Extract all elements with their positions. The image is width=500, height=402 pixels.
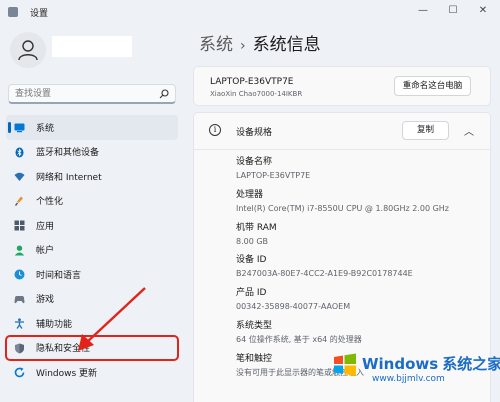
device-model: XiaoXin Chao7000-14IKBR bbox=[210, 90, 303, 98]
sidebar-item-system[interactable]: 系统 bbox=[6, 115, 178, 140]
sidebar-item-apps[interactable]: 应用 bbox=[6, 213, 178, 238]
watermark-brand-cn: 系统之家 bbox=[442, 355, 500, 373]
avatar[interactable] bbox=[10, 32, 46, 68]
wifi-icon bbox=[14, 172, 25, 181]
active-indicator bbox=[8, 122, 11, 133]
spec-row: 设备名称 LAPTOP-E36VTP7E bbox=[236, 155, 449, 188]
user-name-redacted bbox=[52, 36, 132, 57]
person-icon bbox=[18, 40, 38, 61]
sidebar-item-accounts[interactable]: 帐户 bbox=[6, 238, 178, 263]
sidebar-item-bluetooth[interactable]: 蓝牙和其他设备 bbox=[6, 140, 178, 165]
search-input[interactable] bbox=[15, 88, 155, 100]
sidebar-item-label: 帐户 bbox=[36, 246, 55, 257]
breadcrumb-parent[interactable]: 系统 bbox=[199, 35, 233, 55]
device-specs-title: 设备规格 bbox=[236, 128, 273, 138]
spec-value: B247003A-80E7-4CC2-A1E9-B92C0178744E bbox=[236, 269, 413, 279]
spec-row: 设备 ID B247003A-80E7-4CC2-A1E9-B92C017874… bbox=[236, 253, 449, 286]
sidebar-item-label: 个性化 bbox=[36, 197, 64, 208]
accessibility-icon bbox=[15, 318, 24, 329]
gamepad-icon bbox=[14, 295, 25, 303]
sidebar-item-label: 辅助功能 bbox=[36, 319, 73, 330]
spec-label: 处理器 bbox=[236, 189, 264, 200]
bluetooth-icon bbox=[15, 147, 24, 157]
apps-icon bbox=[14, 220, 25, 231]
spec-label: 设备 ID bbox=[236, 255, 267, 266]
search-icon[interactable] bbox=[159, 89, 169, 99]
spec-label: 系统类型 bbox=[236, 320, 273, 331]
watermark-brand: Windows 系统之家 bbox=[362, 353, 500, 374]
watermark-url: www.bjjmlv.com bbox=[372, 374, 445, 384]
search-box[interactable] bbox=[8, 84, 176, 104]
title-bar: 设置 — ☐ ✕ bbox=[0, 0, 500, 24]
sidebar-item-personalization[interactable]: 个性化 bbox=[6, 189, 178, 214]
breadcrumb: 系统 › 系统信息 bbox=[199, 30, 321, 55]
sidebar-item-windows-update[interactable]: Windows 更新 bbox=[6, 360, 178, 385]
device-specs-header[interactable]: i 设备规格 复制 ︿ bbox=[194, 113, 492, 149]
account-icon bbox=[14, 245, 25, 255]
spec-row: 机带 RAM 8.00 GB bbox=[236, 221, 449, 254]
spec-label: 机带 RAM bbox=[236, 222, 277, 233]
spec-value: LAPTOP-E36VTP7E bbox=[236, 171, 311, 180]
page-title: 系统信息 bbox=[252, 35, 321, 55]
sidebar-item-label: Windows 更新 bbox=[36, 368, 98, 379]
chevron-up-icon[interactable]: ︿ bbox=[464, 123, 474, 138]
settings-app-icon bbox=[8, 7, 18, 17]
globe-clock-icon bbox=[14, 269, 25, 280]
system-icon bbox=[14, 123, 25, 133]
sidebar-item-label: 网络和 Internet bbox=[36, 172, 102, 183]
sidebar-item-network[interactable]: 网络和 Internet bbox=[6, 164, 178, 189]
maximize-button[interactable]: ☐ bbox=[442, 3, 464, 19]
device-name: LAPTOP-E36VTP7E bbox=[210, 77, 294, 87]
watermark-brand-en: Windows bbox=[362, 355, 439, 373]
copy-button[interactable]: 复制 bbox=[402, 121, 449, 140]
close-button[interactable]: ✕ bbox=[472, 3, 494, 19]
annotation-arrow-icon bbox=[78, 287, 146, 351]
sidebar-item-label: 时间和语言 bbox=[36, 270, 82, 281]
spec-label: 设备名称 bbox=[236, 157, 273, 167]
spec-row: 产品 ID 00342-35898-40077-AAOEM bbox=[236, 286, 449, 319]
window-title: 设置 bbox=[30, 9, 49, 19]
spec-value: 8.00 GB bbox=[236, 236, 269, 246]
device-name-card: LAPTOP-E36VTP7E XiaoXin Chao7000-14IKBR … bbox=[193, 66, 491, 106]
info-icon: i bbox=[209, 124, 221, 136]
spec-value: 00342-35898-40077-AAOEM bbox=[236, 302, 351, 312]
watermark: Windows 系统之家 www.bjjmlv.com bbox=[332, 346, 500, 392]
spec-label: 产品 ID bbox=[236, 288, 267, 299]
divider bbox=[194, 149, 492, 150]
update-icon bbox=[14, 367, 25, 378]
minimize-button[interactable]: — bbox=[412, 3, 434, 19]
shield-icon bbox=[15, 343, 24, 353]
windows-logo-icon bbox=[334, 353, 356, 376]
spec-value: Intel(R) Core(TM) i7-8550U CPU @ 1.80GHz… bbox=[236, 203, 449, 213]
sidebar-item-label: 游戏 bbox=[36, 295, 55, 306]
spec-value: 64 位操作系统, 基于 x64 的处理器 bbox=[236, 334, 362, 344]
brush-icon bbox=[15, 196, 23, 206]
sidebar-item-label: 应用 bbox=[36, 221, 55, 232]
sidebar-item-time-language[interactable]: 时间和语言 bbox=[6, 262, 178, 287]
sidebar-item-label: 系统 bbox=[36, 123, 55, 134]
sidebar-item-label: 蓝牙和其他设备 bbox=[36, 148, 100, 159]
breadcrumb-separator: › bbox=[240, 38, 246, 54]
spec-row: 处理器 Intel(R) Core(TM) i7-8550U CPU @ 1.8… bbox=[236, 188, 449, 221]
rename-pc-button[interactable]: 重命名这台电脑 bbox=[394, 76, 471, 96]
